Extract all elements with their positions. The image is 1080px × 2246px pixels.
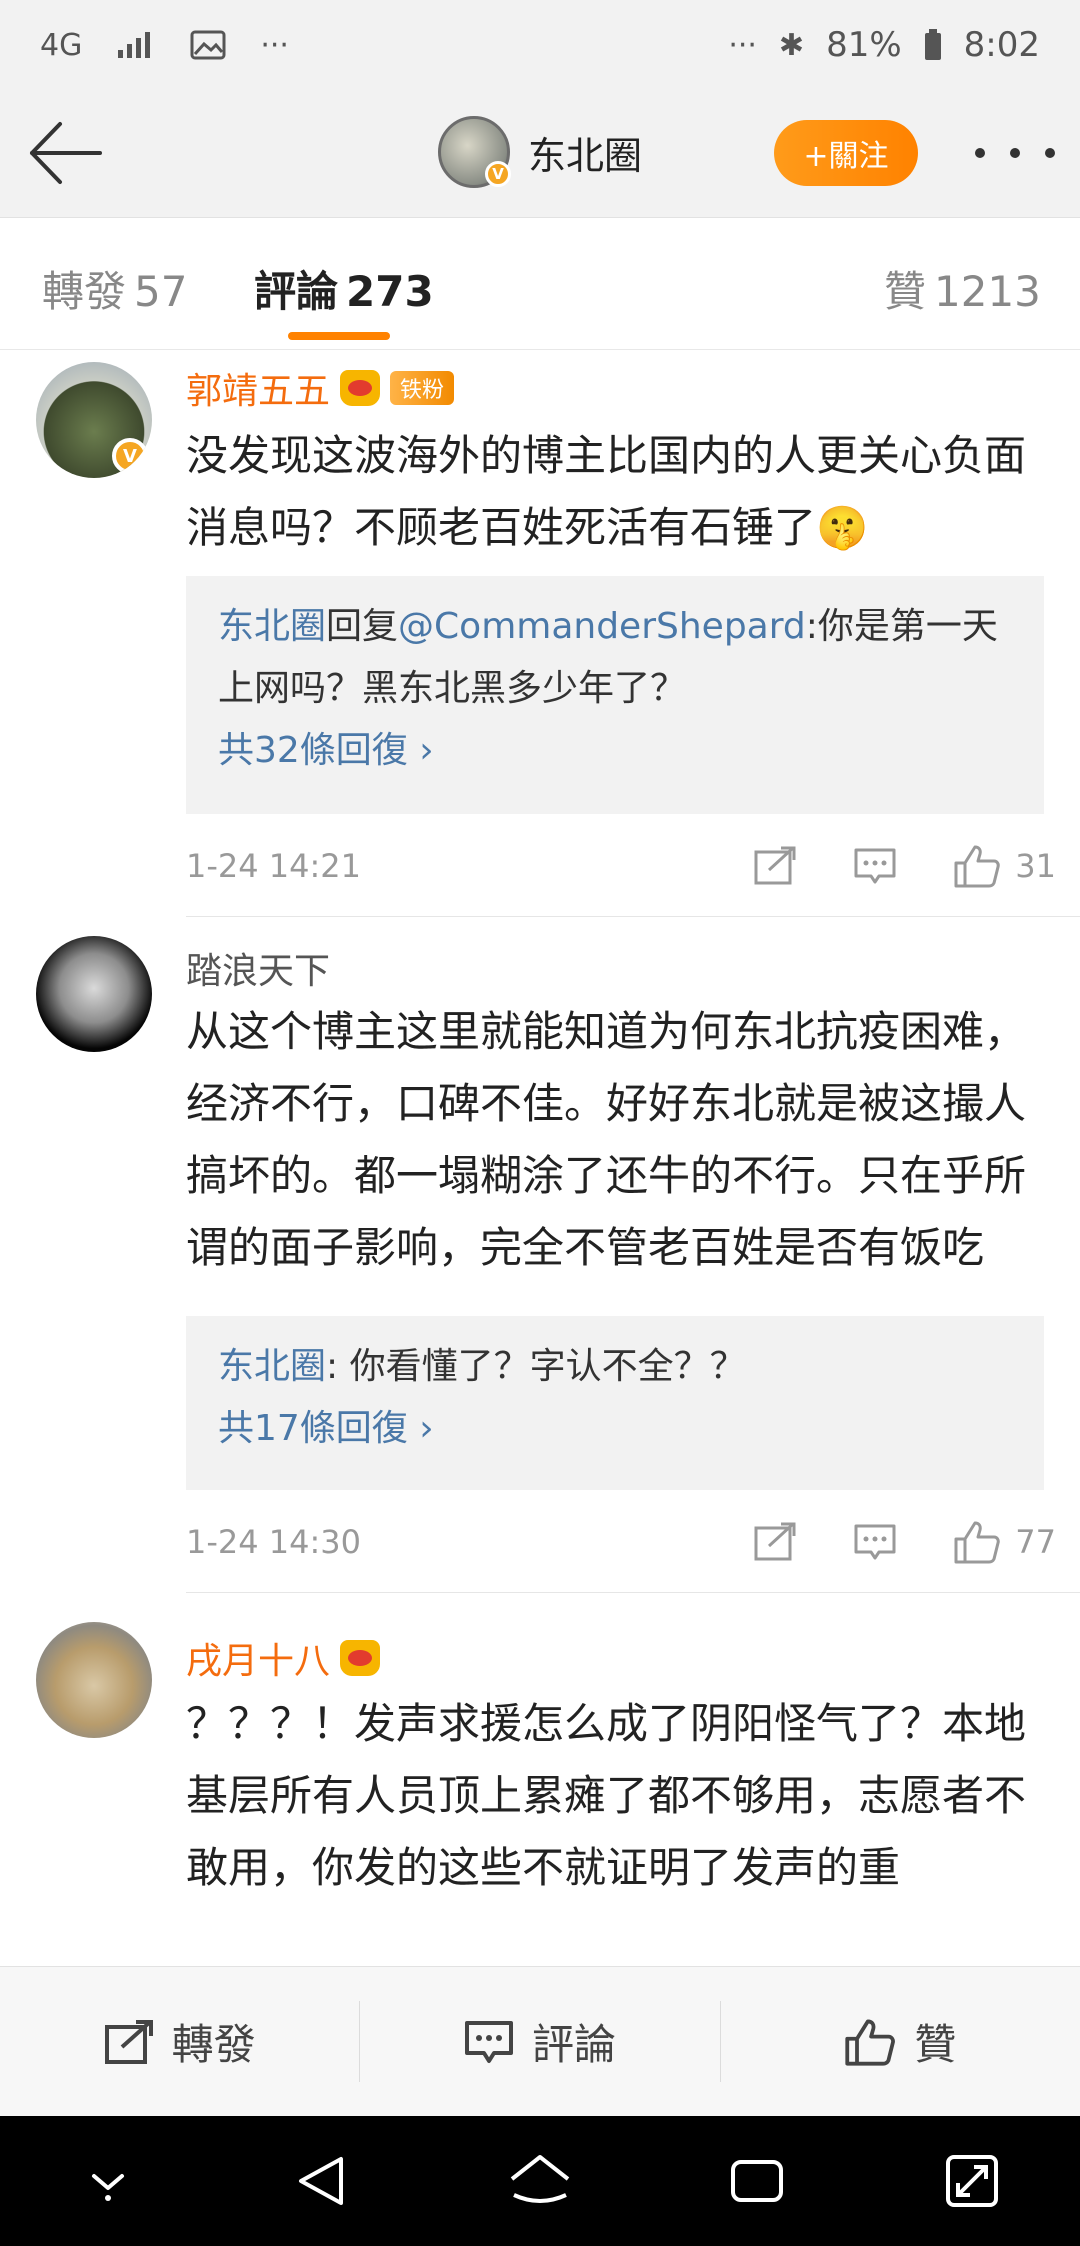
view-replies-link[interactable]: 共32條回復 › xyxy=(218,720,1012,782)
system-nav-bar xyxy=(0,2116,1080,2246)
thumbs-up-icon xyxy=(954,845,1001,888)
comment-text: 没发现这波海外的博主比国内的人更关心负面消息吗？不顾老百姓死活有石锤了🤫 xyxy=(186,431,1027,552)
reply-author[interactable]: 东北圈 xyxy=(218,1346,326,1387)
comment-text: 从这个博主这里就能知道为何东北抗疫困难，经济不行，口碑不佳。好好东北就是被这撮人… xyxy=(186,1007,1027,1272)
back-arrow-icon xyxy=(30,122,102,184)
repost-icon xyxy=(104,2019,153,2064)
tab-bar: 轉發 57 評論 273 贊 1213 xyxy=(0,218,1080,350)
comment-icon[interactable] xyxy=(853,1522,897,1562)
comment-time: 1-24 14:21 xyxy=(186,847,362,885)
status-bar: 4G ··· ··· ✱ 81% 8:02 xyxy=(0,0,1080,90)
avatar[interactable] xyxy=(36,936,152,1052)
expand-icon[interactable] xyxy=(942,2151,1002,2211)
network-indicator: 4G xyxy=(40,27,83,63)
back-triangle-icon[interactable] xyxy=(293,2151,353,2211)
comment-icon xyxy=(464,2020,513,2063)
repost-button[interactable]: 轉發 xyxy=(0,1967,359,2116)
bluetooth-icon: ✱ xyxy=(778,27,805,63)
battery-icon xyxy=(924,29,941,60)
like-button[interactable]: 77 xyxy=(953,1519,1056,1565)
battery-percent: 81% xyxy=(826,25,902,65)
like-button[interactable]: 贊 xyxy=(721,1967,1080,2116)
back-button[interactable] xyxy=(26,118,106,188)
clock: 8:02 xyxy=(963,25,1040,65)
page-title: 东北圈 xyxy=(528,133,643,178)
avatar[interactable] xyxy=(36,1622,152,1738)
reply-connector: 回复 xyxy=(326,606,399,647)
tab-comments[interactable]: 評論 273 xyxy=(254,258,434,319)
home-icon[interactable] xyxy=(508,2151,572,2211)
comment-author[interactable]: 郭靖五五 xyxy=(186,362,330,414)
thumbs-up-icon xyxy=(845,2019,896,2066)
follow-button[interactable]: +關注 xyxy=(774,120,918,186)
comment-list: V 郭靖五五 铁粉 没发现这波海外的博主比国内的人更关心负面消息吗？不顾老百姓死… xyxy=(0,350,1080,1970)
thumbs-up-icon xyxy=(954,1521,1001,1564)
more-notifications: ··· xyxy=(260,27,289,63)
crown-icon xyxy=(340,370,381,406)
chevron-down-icon[interactable] xyxy=(78,2156,138,2206)
tab-reposts[interactable]: 轉發 57 xyxy=(42,258,187,319)
share-icon[interactable] xyxy=(753,846,797,886)
reply-author[interactable]: 东北圈 xyxy=(218,606,326,647)
comment-author[interactable]: 戌月十八 xyxy=(186,1632,330,1684)
comment-label: 評論 xyxy=(531,2020,616,2069)
comment-text: ？？？！发声求援怎么成了阴阳怪气了？本地基层所有人员顶上累瘫了都不够用，志愿者不… xyxy=(186,1699,1027,1892)
verified-badge-icon: V xyxy=(112,438,148,474)
comment-button[interactable]: 評論 xyxy=(360,1967,719,2116)
account-header[interactable]: V 东北圈 xyxy=(438,116,642,188)
comment-author[interactable]: 踏浪天下 xyxy=(186,942,330,994)
divider xyxy=(186,916,1080,917)
crown-icon xyxy=(340,1640,381,1676)
fan-badge: 铁粉 xyxy=(390,371,455,405)
active-tab-indicator xyxy=(288,332,390,340)
like-button[interactable]: 31 xyxy=(953,843,1056,889)
like-count: 77 xyxy=(1015,1523,1056,1561)
reply-preview[interactable]: 东北圈回复@CommanderShepard:你是第一天上网吗？黑东北黑多少年了… xyxy=(186,576,1044,814)
comment-time: 1-24 14:30 xyxy=(186,1523,362,1561)
avatar[interactable]: V xyxy=(36,362,152,478)
more-options-icon[interactable] xyxy=(975,128,1055,178)
status-more: ··· xyxy=(728,27,757,63)
tab-likes[interactable]: 贊 1213 xyxy=(884,258,1041,319)
verified-badge-icon: V xyxy=(485,161,511,187)
comment-icon[interactable] xyxy=(853,846,897,886)
share-icon[interactable] xyxy=(753,1522,797,1562)
reply-preview[interactable]: 东北圈: 你看懂了？字认不全？？ 共17條回復 › xyxy=(186,1316,1044,1490)
like-label: 贊 xyxy=(914,2020,957,2069)
bottom-action-bar: 轉發 評論 贊 xyxy=(0,1966,1080,2116)
repost-label: 轉發 xyxy=(171,2020,256,2069)
image-icon xyxy=(190,30,226,60)
divider xyxy=(186,1592,1080,1593)
reply-mention[interactable]: @CommanderShepard xyxy=(398,606,806,647)
top-nav: V 东北圈 +關注 xyxy=(0,90,1080,218)
recent-apps-icon[interactable] xyxy=(727,2156,787,2206)
reply-text: : 你看懂了？字认不全？？ xyxy=(326,1346,746,1387)
view-replies-link[interactable]: 共17條回復 › xyxy=(218,1398,1012,1460)
signal-icon xyxy=(118,32,151,58)
avatar[interactable]: V xyxy=(438,116,511,188)
like-count: 31 xyxy=(1015,847,1056,885)
